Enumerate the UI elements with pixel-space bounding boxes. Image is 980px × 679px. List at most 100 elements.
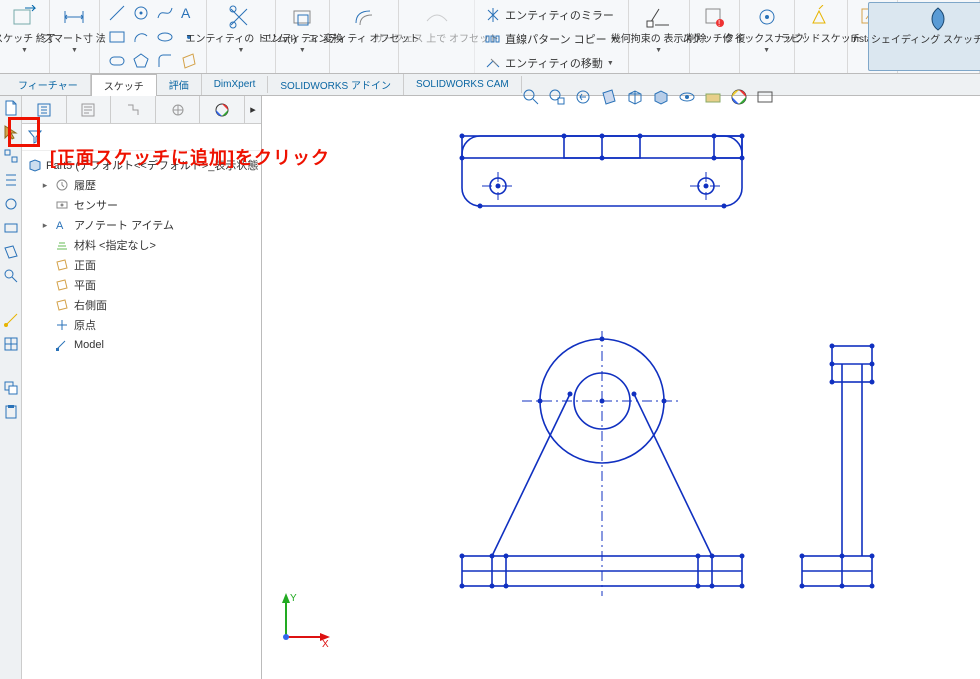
sketch-drawing [262,96,962,656]
tab-cam[interactable]: SOLIDWORKS CAM [404,76,522,93]
svg-text:A: A [56,220,64,232]
history-icon [54,177,70,193]
work-area: ▸ Part5 (デフォルト<<デフォルト>_表示状態 1> ▸履歴 センサー … [0,96,980,679]
dropdown-icon: ▼ [71,47,78,54]
mirror-label: エンティティのミラー [505,7,614,23]
display-style-button[interactable] [650,86,672,108]
strip-section-button[interactable] [0,240,22,264]
command-tabs: フィーチャー スケッチ 評価 DimXpert SOLIDWORKS アドイン … [0,74,980,96]
strip-view-button[interactable] [0,332,22,356]
section-view-button[interactable] [598,86,620,108]
rapid-icon [806,4,836,32]
fillet-tool-button[interactable] [154,50,176,72]
tree-item-model[interactable]: Model [26,335,257,355]
surf-offset-button: サーフェス 上で オフセット [372,2,501,71]
dropdown-icon: ▼ [21,47,28,54]
dropdown-icon: ▼ [238,47,245,54]
tree-item-material[interactable]: 材料 <指定なし> [26,235,257,255]
line-tool-button[interactable] [106,2,128,24]
tab-evaluate[interactable]: 評価 [157,74,202,95]
view-toolbar [520,86,776,108]
constraint-icon [644,4,674,32]
feature-tree: Part5 (デフォルト<<デフォルト>_表示状態 1> ▸履歴 センサー ▸A… [22,151,261,359]
strip-display-button[interactable] [0,192,22,216]
smart-dim-label: スマート寸 法 [43,34,105,45]
tab-sketch[interactable]: スケッチ [91,74,157,97]
slot-tool-button[interactable] [106,50,128,72]
part-icon [28,157,42,173]
shaded-label: シェイディング スケッチ輪 郭 [871,35,980,46]
surf-offset-label: サーフェス 上で オフセット [374,34,499,45]
material-icon [54,237,70,253]
linear-pattern-label: 直線パターン コピー [505,31,607,47]
polygon-tool-button[interactable] [130,50,152,72]
sensor-icon [54,197,70,213]
ellipse-tool-button[interactable] [154,26,176,48]
smart-dim-button[interactable]: スマート寸 法 ▼ [41,2,107,71]
dropdown-icon: ▼ [299,47,306,54]
svg-text:!: ! [718,19,720,28]
strip-copy-button[interactable] [0,376,22,400]
feature-tree-panel: ▸ Part5 (デフォルト<<デフォルト>_表示状態 1> ▸履歴 センサー … [22,96,262,679]
panel-tab-dimxpert[interactable] [156,96,201,123]
spline-tool-button[interactable] [154,2,176,24]
panel-tab-config[interactable] [111,96,156,123]
tab-dimxpert[interactable]: DimXpert [202,76,269,93]
tree-top-label: 平面 [74,277,96,293]
triad-x-label: X [322,639,329,649]
left-icon-strip [0,96,22,679]
shaded-icon [923,5,953,33]
mirror-button[interactable]: エンティティのミラー [481,4,621,26]
tree-item-annot[interactable]: ▸Aアノテート アイテム [26,215,257,235]
zoom-area-button[interactable] [546,86,568,108]
tree-origin-label: 原点 [74,317,96,333]
linear-pattern-button[interactable]: 直線パターン コピー▼ [481,28,621,50]
panel-tab-property[interactable] [67,96,112,123]
circle-tool-button[interactable] [130,2,152,24]
strip-sketch-button[interactable] [0,308,22,332]
panel-tabs: ▸ [22,96,261,124]
surf-offset-icon [422,4,452,32]
strip-paste-button[interactable] [0,400,22,424]
highlight-box [8,117,40,147]
scene-button[interactable] [702,86,724,108]
tree-item-origin[interactable]: 原点 [26,315,257,335]
shaded-button[interactable]: シェイディング スケッチ輪 郭 [868,2,980,71]
move-label: エンティティの移動 [505,55,603,71]
arc-tool-button[interactable] [130,26,152,48]
tree-item-front-plane[interactable]: 正面 [26,255,257,275]
tab-feature[interactable]: フィーチャー [6,74,91,95]
appearance-button[interactable] [728,86,750,108]
tree-model-label: Model [74,339,104,351]
dropdown-icon: ▼ [763,47,770,54]
panel-tab-more[interactable]: ▸ [245,96,261,123]
panel-tab-appearance[interactable] [200,96,245,123]
ribbon-group-shaded: シェイディング スケッチ輪 郭 [898,0,980,73]
strip-zoom-button[interactable] [0,264,22,288]
tree-item-right-plane[interactable]: 右側面 [26,295,257,315]
move-button[interactable]: エンティティの移動▼ [481,52,621,74]
dropdown-icon: ▼ [655,47,662,54]
zoom-fit-button[interactable] [520,86,542,108]
plane-icon [54,257,70,273]
strip-hide-button[interactable] [0,216,22,240]
tree-history-label: 履歴 [74,177,96,193]
tree-sensor-label: センサー [74,197,118,213]
instruction-annotation: [正面スケッチに追加]をクリック [50,144,330,170]
tree-item-sensor[interactable]: センサー [26,195,257,215]
quicksnap-icon [752,4,782,32]
tab-addin[interactable]: SOLIDWORKS アドイン [268,74,404,95]
strip-tree-button[interactable] [0,168,22,192]
triad-y-label: Y [290,593,297,604]
strip-assembly-button[interactable] [0,144,22,168]
render-button[interactable] [754,86,776,108]
ribbon-group-surf-offset: サーフェス 上で オフセット [399,0,475,73]
tree-item-history[interactable]: ▸履歴 [26,175,257,195]
prev-view-button[interactable] [572,86,594,108]
rectangle-tool-button[interactable] [106,26,128,48]
tree-item-top-plane[interactable]: 平面 [26,275,257,295]
view-orientation-button[interactable] [624,86,646,108]
graphics-canvas[interactable]: Y X [262,96,980,679]
hide-show-button[interactable] [676,86,698,108]
tree-annot-label: アノテート アイテム [74,217,174,233]
